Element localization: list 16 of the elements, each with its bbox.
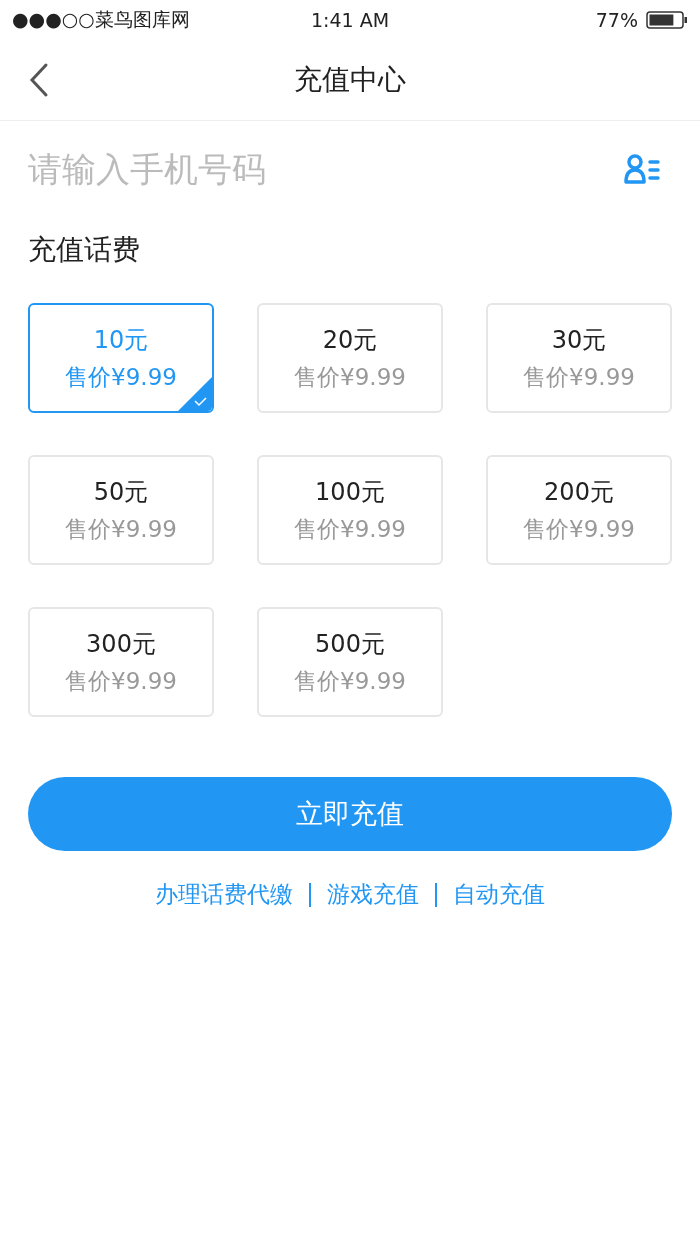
contacts-icon[interactable] (624, 154, 662, 184)
plan-option[interactable]: 100元 售价¥9.99 (257, 455, 443, 565)
section-heading: 充值话费 (27, 232, 141, 268)
plan-option[interactable]: 500元 售价¥9.99 (257, 607, 443, 717)
back-button[interactable] (28, 62, 50, 98)
plan-option[interactable]: 30元 售价¥9.99 (486, 303, 672, 413)
plan-option[interactable]: 50元 售价¥9.99 (28, 455, 214, 565)
page-title: 充值中心 (294, 62, 406, 98)
battery-percent: 77% (595, 9, 638, 31)
plan-option[interactable]: 300元 售价¥9.99 (28, 607, 214, 717)
plan-option[interactable]: 20元 售价¥9.99 (257, 303, 443, 413)
check-icon (178, 377, 212, 411)
status-time: 1:41 AM (310, 9, 390, 31)
carrier-label: ●●●○○菜鸟图库网 (12, 7, 190, 32)
battery-icon (646, 11, 688, 29)
plan-option[interactable]: 200元 售价¥9.99 (486, 455, 672, 565)
